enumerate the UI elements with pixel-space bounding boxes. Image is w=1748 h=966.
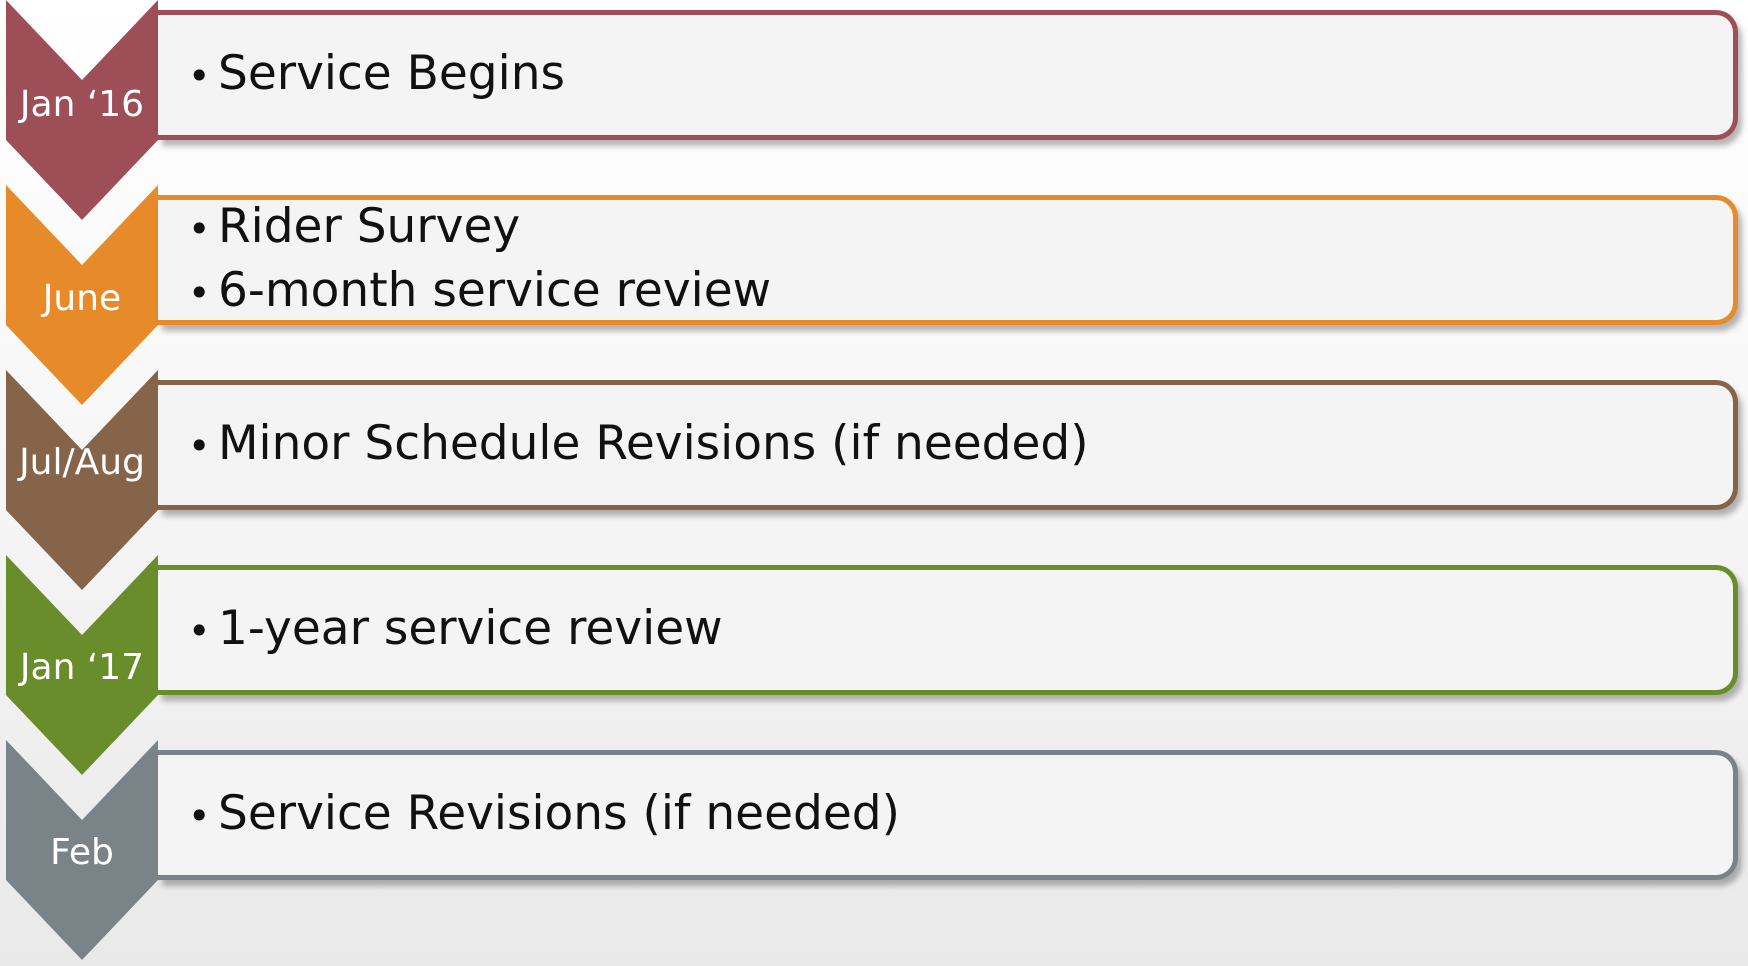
- step-item: Rider Survey: [188, 196, 1733, 260]
- step-items-list: Rider Survey 6-month service review: [188, 196, 1733, 324]
- step-items-list: Minor Schedule Revisions (if needed): [188, 413, 1733, 477]
- step-box-3: Minor Schedule Revisions (if needed): [158, 380, 1738, 510]
- step-item: Service Revisions (if needed): [188, 783, 1733, 847]
- step-label-5: Feb: [50, 832, 114, 873]
- step-item: 6-month service review: [188, 260, 1733, 324]
- step-item: Service Begins: [188, 43, 1733, 107]
- step-label-4: Jan ‘17: [19, 647, 145, 688]
- step-box-2: Rider Survey 6-month service review: [158, 195, 1738, 325]
- timeline-diagram: Service Begins Jan ‘16 Rider Survey 6-mo…: [0, 0, 1748, 966]
- step-box-1: Service Begins: [158, 10, 1738, 140]
- step-box-4: 1-year service review: [158, 565, 1738, 695]
- step-box-5: Service Revisions (if needed): [158, 750, 1738, 880]
- step-label-2: June: [42, 278, 122, 319]
- step-label-3: Jul/Aug: [19, 442, 145, 483]
- step-label-1: Jan ‘16: [19, 84, 145, 125]
- step-items-list: Service Revisions (if needed): [188, 783, 1733, 847]
- step-item: 1-year service review: [188, 598, 1733, 662]
- step-item: Minor Schedule Revisions (if needed): [188, 413, 1733, 477]
- step-items-list: Service Begins: [188, 43, 1733, 107]
- step-items-list: 1-year service review: [188, 598, 1733, 662]
